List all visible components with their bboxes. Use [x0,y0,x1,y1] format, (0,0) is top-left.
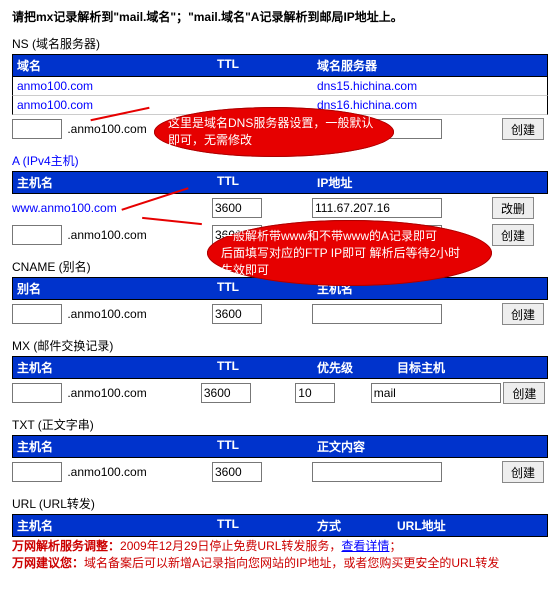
a-row-ip-input[interactable] [312,198,442,218]
cname-h-alias: 别名 [13,278,213,299]
ns-row-domain: anmo100.com [13,96,213,114]
url-h-url: URL地址 [393,515,547,536]
txt-suffix: .anmo100.com [67,465,146,479]
url-notice-2: 万网建议您：域名备案后可以新增A记录指向您网站的IP地址，或者您购买更安全的UR… [12,554,548,571]
txt-h-body: 正文内容 [313,436,547,457]
url-notice-1: 万网解析服务调整：2009年12月29日停止免费URL转发服务，查看详情； [12,537,548,554]
ns-suffix: .anmo100.com [67,122,146,136]
ns-header: 域名 TTL 域名服务器 [12,54,548,77]
ns-row-server: dns15.hichina.com [313,77,547,95]
mx-create-button[interactable]: 创建 [503,382,545,404]
mx-form-row: .anmo100.com 创建 [12,380,548,406]
url-section: URL (URL转发) 主机名 TTL 方式 URL地址 万网解析服务调整：20… [12,495,548,571]
txt-h-host: 主机名 [13,436,213,457]
mx-host-input[interactable] [12,383,62,403]
ns-section: NS (域名服务器) 域名 TTL 域名服务器 anmo100.com dns1… [12,35,548,142]
ns-h-ttl: TTL [213,55,313,76]
cname-suffix: .anmo100.com [67,307,146,321]
a-h-ttl: TTL [213,172,313,193]
mx-h-target: 目标主机 [393,357,547,378]
a-row-ttl-input[interactable] [212,198,262,218]
a-header: 主机名 TTL IP地址 [12,171,548,194]
mx-header: 主机名 TTL 优先级 目标主机 [12,356,548,379]
ns-h-domain: 域名 [13,55,213,76]
a-data-row: www.anmo100.com 改删 [12,195,548,221]
ns-title: NS (域名服务器) [12,35,548,52]
callout-1: 这里是域名DNS服务器设置，一般默认 即可，无需修改 [154,107,394,157]
txt-title: TXT (正文字串) [12,416,548,433]
mx-suffix: .anmo100.com [67,386,146,400]
txt-body-input[interactable] [312,462,442,482]
a-row-host: www.anmo100.com [12,201,212,215]
url-h-mode: 方式 [313,515,393,536]
a-create-button[interactable]: 创建 [492,224,534,246]
a-row-action-button[interactable]: 改删 [492,197,534,219]
a-suffix: .anmo100.com [67,228,146,242]
cname-ttl-input[interactable] [212,304,262,324]
cname-host-input[interactable] [312,304,442,324]
a-h-ip: IP地址 [313,172,477,193]
mx-h-pri: 优先级 [313,357,393,378]
cname-alias-input[interactable] [12,304,62,324]
txt-host-input[interactable] [12,462,62,482]
mx-target-input[interactable] [371,383,501,403]
mx-section: MX (邮件交换记录) 主机名 TTL 优先级 目标主机 .anmo100.co… [12,337,548,406]
ns-create-button[interactable]: 创建 [502,118,544,140]
ns-h-server: 域名服务器 [313,55,547,76]
url-detail-link[interactable]: 查看详情 [341,539,389,553]
a-host-input[interactable] [12,225,62,245]
mx-ttl-input[interactable] [201,383,251,403]
url-h-ttl: TTL [213,515,313,536]
txt-header: 主机名 TTL 正文内容 [12,435,548,458]
mx-pri-input[interactable] [295,383,335,403]
top-instruction: 请把mx记录解析到"mail.域名"；"mail.域名"A记录解析到邮局IP地址… [12,8,548,25]
mx-title: MX (邮件交换记录) [12,337,548,354]
cname-form-row: .anmo100.com 创建 [12,301,548,327]
txt-create-button[interactable]: 创建 [502,461,544,483]
cname-create-button[interactable]: 创建 [502,303,544,325]
txt-h-ttl: TTL [213,436,313,457]
url-title: URL (URL转发) [12,495,548,512]
ns-row-domain: anmo100.com [13,77,213,95]
ns-host-input[interactable] [12,119,62,139]
url-h-host: 主机名 [13,515,213,536]
mx-h-host: 主机名 [13,357,213,378]
mx-h-ttl: TTL [213,357,313,378]
txt-section: TXT (正文字串) 主机名 TTL 正文内容 .anmo100.com 创建 [12,416,548,485]
table-row: anmo100.com dns15.hichina.com [12,77,548,96]
txt-ttl-input[interactable] [212,462,262,482]
url-header: 主机名 TTL 方式 URL地址 [12,514,548,537]
callout-2: 一般解析带www和不带www的A记录即可 后面填写对应的FTP IP即可 解析后… [207,220,492,286]
txt-form-row: .anmo100.com 创建 [12,459,548,485]
a-section: A (IPv4主机) 主机名 TTL IP地址 www.anmo100.com … [12,152,548,248]
